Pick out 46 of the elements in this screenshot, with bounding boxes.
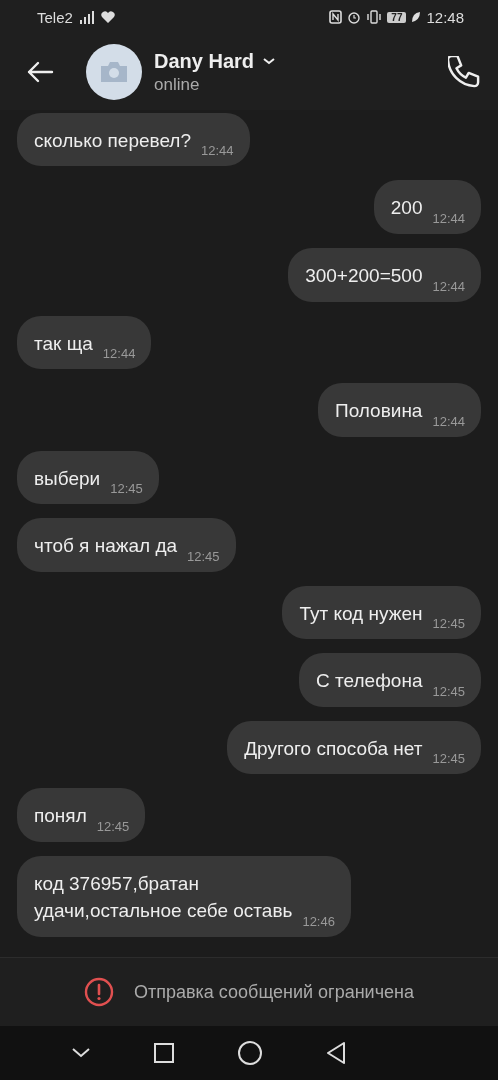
signal-icon xyxy=(77,10,96,24)
message-time: 12:44 xyxy=(432,211,465,226)
status-time: 12:48 xyxy=(426,8,464,26)
message-text: выбери xyxy=(34,466,101,491)
message-time: 12:44 xyxy=(432,413,465,429)
message-time: 12:46 xyxy=(302,914,335,929)
message-time: 12:45 xyxy=(110,481,143,497)
message-text: Другого способа нет xyxy=(244,736,423,761)
message-text: Тут код нужен xyxy=(299,601,423,626)
message-time: 12:45 xyxy=(432,616,465,632)
warning-icon xyxy=(84,977,114,1007)
message-time: 12:45 xyxy=(96,818,130,834)
message-time: 12:44 xyxy=(102,346,136,362)
message-text: понял xyxy=(34,804,87,829)
message-text: чтоб я нажал да xyxy=(34,534,178,559)
message-text: так ща xyxy=(34,331,93,356)
contact-status: online xyxy=(154,74,201,95)
message-text: сколько перевел? xyxy=(34,128,191,153)
chevron-down-icon[interactable] xyxy=(262,57,277,65)
chevron-down-icon[interactable] xyxy=(71,1047,91,1059)
message-text: 200 xyxy=(390,196,423,221)
contact-name[interactable]: Dany Hard xyxy=(154,49,255,73)
restriction-notice: Отправка сообщений ограничена xyxy=(134,981,414,1003)
message-time: 12:45 xyxy=(432,751,465,767)
back-arrow-icon[interactable] xyxy=(26,60,54,84)
leaf-icon xyxy=(411,11,422,23)
back-icon[interactable] xyxy=(325,1041,347,1065)
message-time: 12:45 xyxy=(432,683,465,699)
message-time: 12:45 xyxy=(187,548,220,564)
message-text: Половина xyxy=(335,399,423,424)
phone-icon[interactable] xyxy=(448,56,480,88)
battery-level: 77 xyxy=(387,11,407,23)
message-text: код 376957,братан удачи,остальное себе оставь xyxy=(34,871,293,924)
message-text: 300+200=500 xyxy=(305,264,423,288)
message-text: С телефона xyxy=(316,669,423,694)
message-time: 12:44 xyxy=(432,278,465,294)
message-time: 12:44 xyxy=(201,143,234,159)
nfc-icon xyxy=(329,10,343,24)
alarm-icon xyxy=(347,10,362,24)
heart-icon xyxy=(100,11,115,23)
avatar[interactable] xyxy=(86,44,142,100)
carrier-name: Tele2 xyxy=(37,8,73,26)
camera-icon xyxy=(99,61,129,83)
vibrate-icon xyxy=(366,10,383,24)
recents-icon[interactable] xyxy=(153,1042,175,1064)
home-icon[interactable] xyxy=(237,1040,263,1066)
